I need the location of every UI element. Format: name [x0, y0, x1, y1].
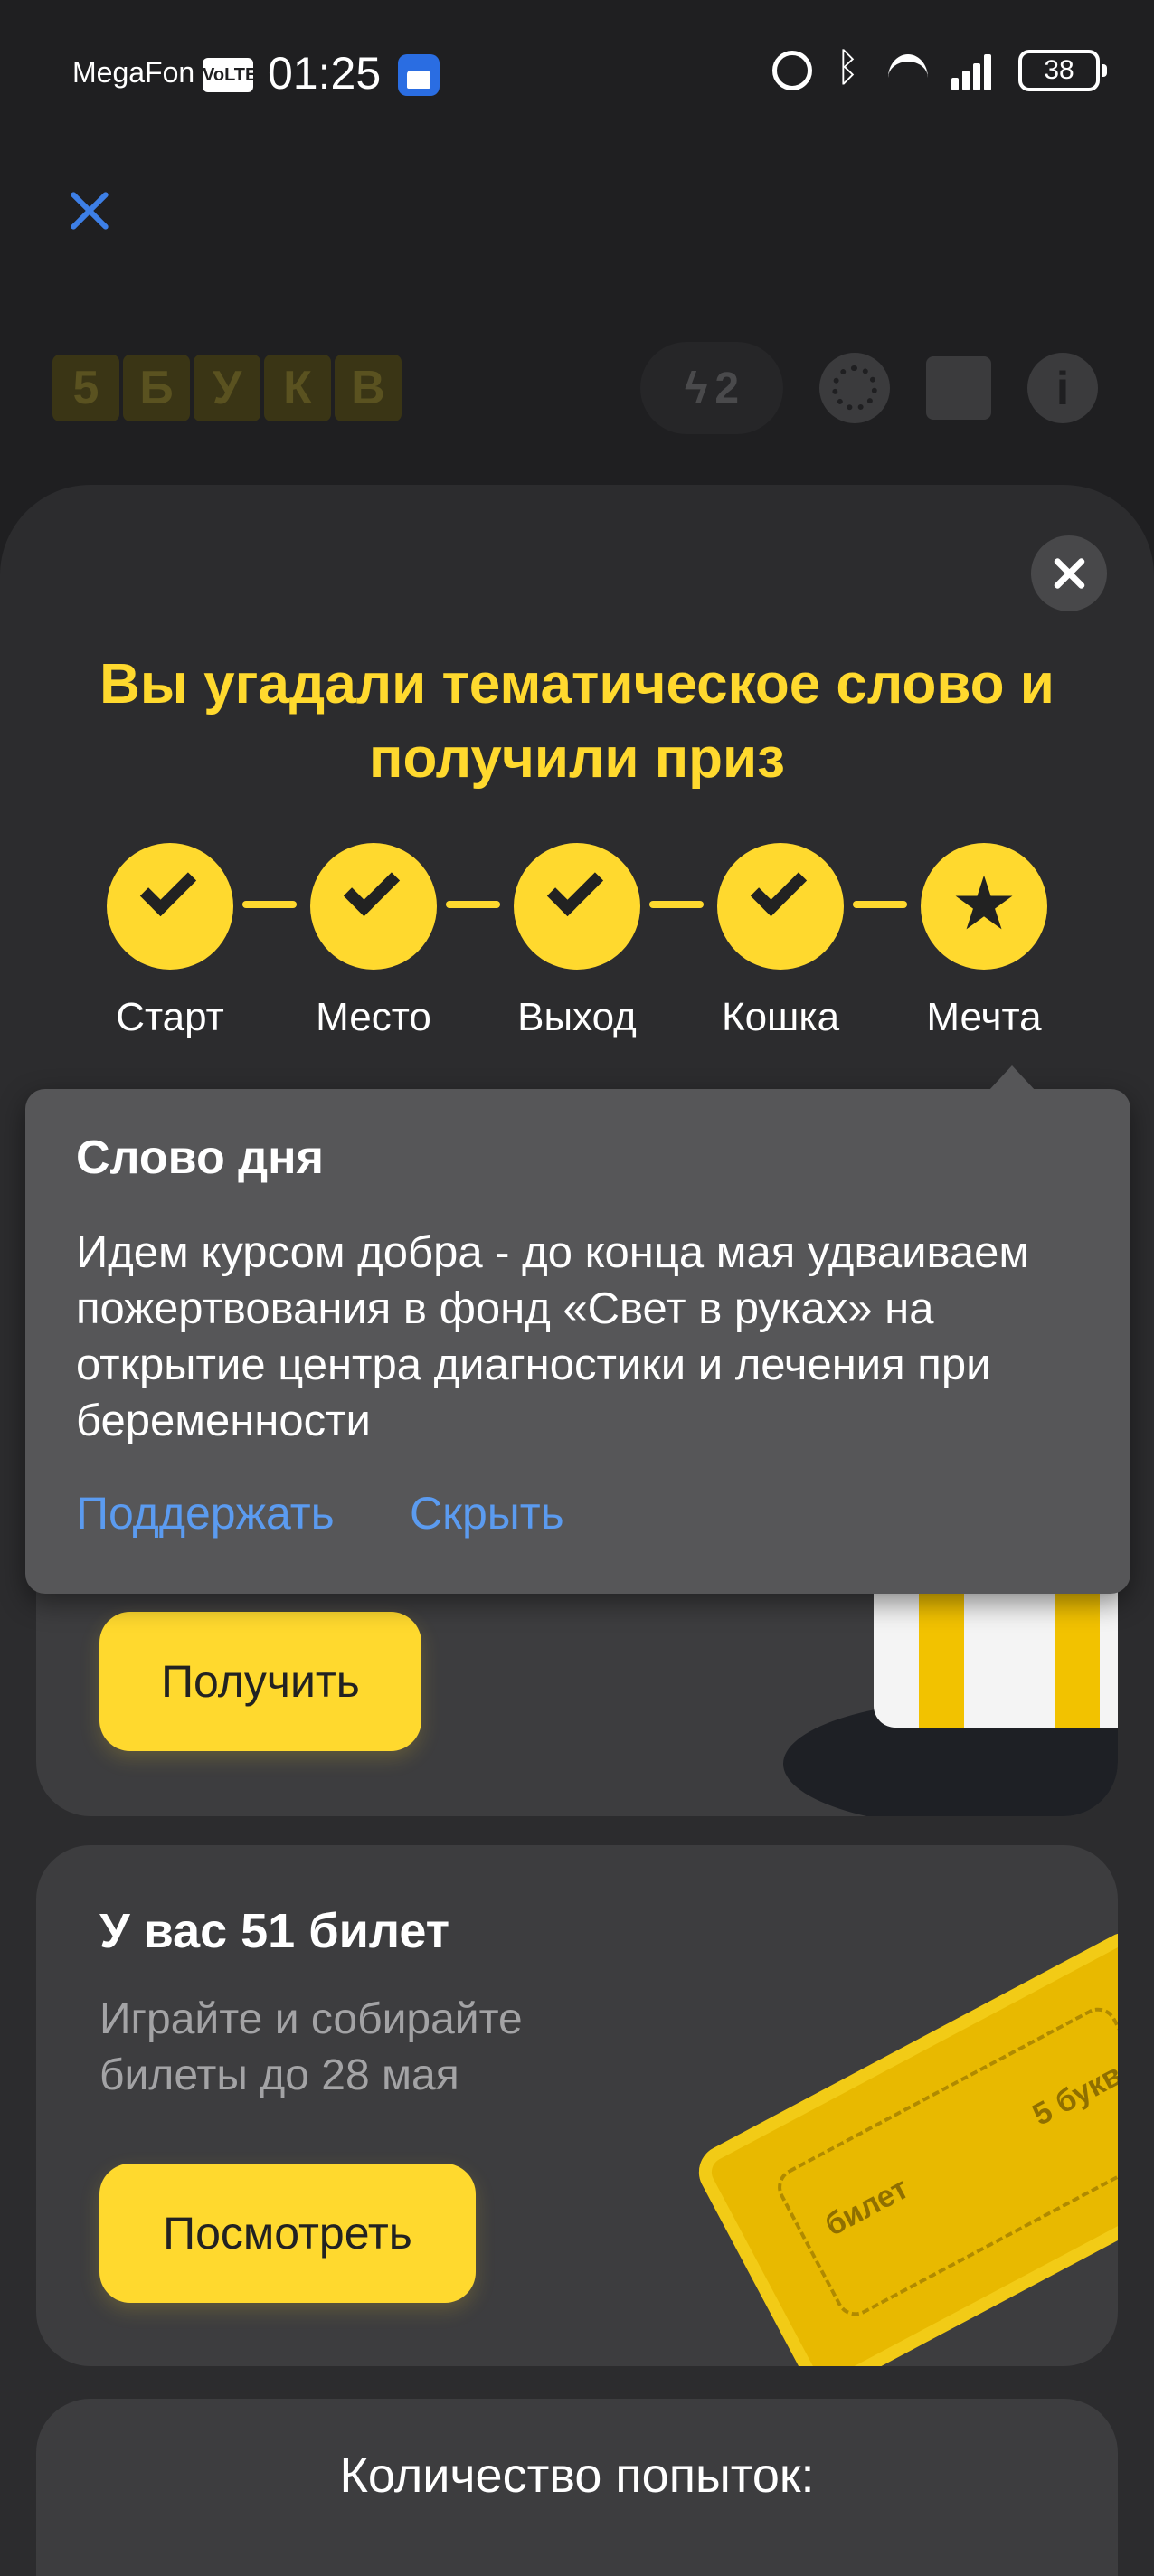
- status-time: 01:25: [268, 48, 382, 99]
- word-of-day-tooltip: Слово дня Идем курсом добра - до конца м…: [25, 1065, 1130, 1594]
- lightning-icon: ϟ: [684, 364, 708, 412]
- carrier-name: MegaFon: [72, 56, 195, 89]
- tooltip-title: Слово дня: [76, 1132, 324, 1184]
- tickets-subtitle: Играйте и собирайте билеты до 28 мая: [99, 1995, 523, 2099]
- step-circle: [107, 843, 233, 970]
- header-actions: ϟ 2: [640, 342, 1098, 434]
- step-dream: ★ Мечта: [921, 843, 1047, 1040]
- tooltip-body: Идем курсом добра - до конца мая удваива…: [76, 1228, 1030, 1445]
- status-icons: 38: [772, 45, 1107, 91]
- alarm-icon: [772, 51, 812, 90]
- logo-letter: В: [335, 355, 402, 421]
- prize-title: Вы угадали тематическое слово и получили…: [99, 653, 1055, 790]
- logo-letter: 5: [52, 355, 119, 421]
- step-label: Мечта: [926, 995, 1042, 1039]
- gift-icon[interactable]: [926, 356, 991, 420]
- info-icon[interactable]: [1027, 353, 1098, 423]
- check-icon: [546, 859, 604, 917]
- step-connector: [649, 901, 704, 908]
- notification-app-icon: [398, 54, 440, 96]
- step-cat: Кошка: [717, 843, 844, 1040]
- step-connector: [446, 901, 500, 908]
- bluetooth-icon: [828, 45, 868, 90]
- hide-link[interactable]: Скрыть: [410, 1487, 564, 1539]
- logo-letter: Б: [123, 355, 190, 421]
- logo-letter: К: [264, 355, 331, 421]
- energy-count: 2: [714, 364, 740, 412]
- support-link[interactable]: Поддержать: [76, 1487, 335, 1539]
- step-circle: ★: [921, 843, 1047, 970]
- wifi-icon: [884, 51, 935, 90]
- signal-icon: [951, 51, 1002, 90]
- game-logo: 5 Б У К В: [52, 355, 402, 421]
- step-start: Старт: [107, 843, 233, 1040]
- step-circle: [514, 843, 640, 970]
- step-connector: [242, 901, 297, 908]
- volte-badge: VoLTE: [203, 58, 257, 92]
- view-tickets-button[interactable]: Посмотреть: [99, 2164, 476, 2303]
- step-circle: [717, 843, 844, 970]
- wheel-icon[interactable]: [819, 353, 890, 423]
- progress-steps: Старт Место Выход Кошка ★ Мечта: [107, 843, 1047, 1042]
- sheet-close-button[interactable]: [1031, 535, 1107, 611]
- step-exit: Выход: [514, 843, 640, 1040]
- logo-letter: У: [194, 355, 260, 421]
- step-circle: [310, 843, 437, 970]
- step-place: Место: [310, 843, 437, 1040]
- close-icon[interactable]: [63, 185, 114, 236]
- attempts-title: Количество попыток:: [339, 2448, 815, 2503]
- step-label: Место: [316, 995, 431, 1039]
- tickets-card: У вас 51 билет Играйте и собирайте билет…: [36, 1845, 1118, 2366]
- tickets-title: У вас 51 билет: [99, 1904, 450, 1958]
- check-icon: [139, 859, 197, 917]
- energy-button[interactable]: ϟ 2: [640, 342, 783, 434]
- check-icon: [750, 859, 808, 917]
- step-connector: [853, 901, 907, 908]
- step-label: Кошка: [721, 995, 840, 1039]
- status-bar: MegaFon VoLTE 01:25 38: [0, 0, 1154, 145]
- attempts-card: Количество попыток:: [36, 2399, 1118, 2576]
- step-label: Старт: [116, 995, 224, 1039]
- ticket-illustration: билет 5 букв: [689, 1923, 1118, 2366]
- check-icon: [343, 859, 401, 917]
- star-icon: ★: [951, 863, 1017, 945]
- step-label: Выход: [517, 995, 637, 1039]
- battery-indicator: 38: [1018, 50, 1107, 91]
- get-reward-button[interactable]: Получить: [99, 1612, 421, 1751]
